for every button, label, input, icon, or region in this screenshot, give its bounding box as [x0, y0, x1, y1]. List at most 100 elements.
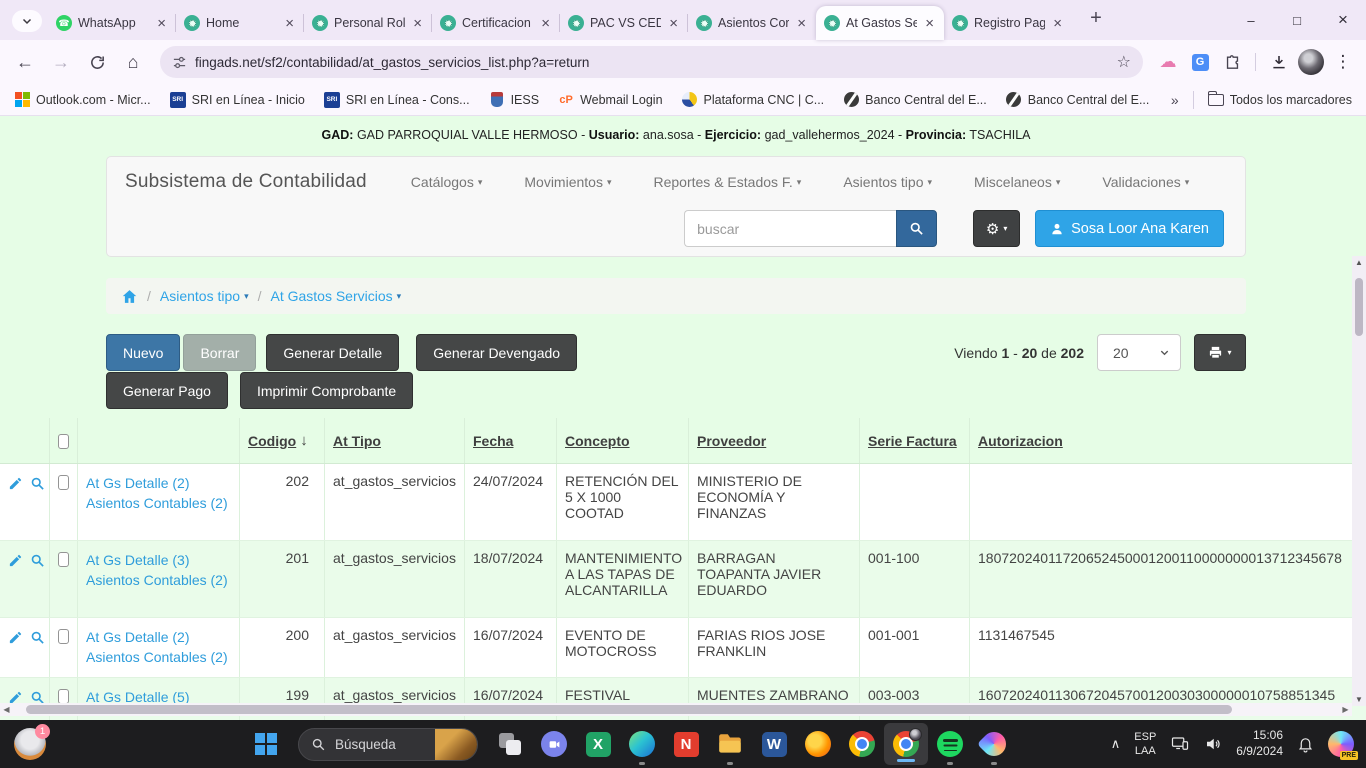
browser-profile-avatar[interactable]	[1298, 49, 1324, 75]
bookmark-cnc[interactable]: Plataforma CNC | C...	[682, 92, 825, 108]
at-gs-detalle-link[interactable]: At Gs Detalle (2)	[86, 473, 231, 493]
weather-extension-icon[interactable]: ☁	[1155, 49, 1181, 75]
site-info-icon[interactable]	[172, 55, 187, 70]
scroll-up-icon[interactable]: ▲	[1352, 258, 1366, 267]
bookmark-webmail[interactable]: cP Webmail Login	[558, 92, 662, 108]
search-highlight-image[interactable]	[435, 728, 477, 761]
network-display-icon[interactable]	[1170, 735, 1190, 753]
tab-pac-vs-cedu[interactable]: PAC VS CEDU ×	[560, 6, 688, 40]
url-text[interactable]: fingads.net/sf2/contabilidad/at_gastos_s…	[195, 55, 1109, 70]
generar-pago-button[interactable]: Generar Pago	[106, 372, 228, 409]
home-icon[interactable]: ⌂	[118, 47, 148, 77]
edit-pencil-icon[interactable]	[8, 476, 23, 531]
generar-detalle-button[interactable]: Generar Detalle	[266, 334, 399, 371]
bookmark-banco-central-1[interactable]: Banco Central del E...	[843, 92, 987, 108]
breadcrumb-home-icon[interactable]	[121, 288, 138, 305]
tab-close-icon[interactable]: ×	[411, 15, 424, 32]
header-fecha[interactable]: Fecha	[465, 418, 557, 463]
window-maximize-button[interactable]: □	[1274, 0, 1320, 40]
menu-validaciones[interactable]: Validaciones▾	[1102, 174, 1189, 190]
generar-devengado-button[interactable]: Generar Devengado	[416, 334, 577, 371]
user-menu-button[interactable]: Sosa Loor Ana Karen	[1035, 210, 1224, 247]
asientos-contables-link[interactable]: Asientos Contables (2)	[86, 570, 231, 590]
excel-button[interactable]: X	[576, 720, 620, 768]
bookmark-sri-inicio[interactable]: SRI SRI en Línea - Inicio	[170, 92, 305, 108]
tab-registro-pago[interactable]: Registro Pag ×	[944, 6, 1072, 40]
speaker-icon[interactable]	[1204, 735, 1222, 753]
bookmark-outlook[interactable]: Outlook.com - Micr...	[14, 92, 151, 108]
bookmark-star-icon[interactable]: ☆	[1117, 52, 1131, 72]
tab-close-icon[interactable]: ×	[667, 15, 680, 32]
breadcrumb-at-gastos-servicios[interactable]: At Gastos Servicios▾	[270, 288, 401, 304]
breadcrumb-asientos-tipo[interactable]: Asientos tipo▾	[160, 288, 249, 304]
file-explorer-button[interactable]	[708, 720, 752, 768]
search-button[interactable]	[896, 210, 937, 247]
notifications-bell-icon[interactable]	[1297, 736, 1314, 753]
view-magnifier-icon[interactable]	[30, 476, 45, 531]
menu-movimientos[interactable]: Movimientos▾	[524, 174, 611, 190]
at-gs-detalle-link[interactable]: At Gs Detalle (2)	[86, 627, 231, 647]
header-autorizacion[interactable]: Autorizacion	[970, 418, 1366, 463]
edit-pencil-icon[interactable]	[8, 630, 23, 668]
window-minimize-button[interactable]: –	[1228, 0, 1274, 40]
reload-icon[interactable]	[82, 47, 112, 77]
bookmark-iess[interactable]: IESS	[489, 92, 540, 108]
vertical-scrollbar-thumb[interactable]	[1355, 278, 1363, 336]
menu-asientos-tipo[interactable]: Asientos tipo▾	[843, 174, 932, 190]
taskbar-user-avatar[interactable]: 1	[14, 728, 46, 760]
menu-reportes[interactable]: Reportes & Estados F.▾	[654, 174, 802, 190]
header-proveedor[interactable]: Proveedor	[689, 418, 860, 463]
view-magnifier-icon[interactable]	[30, 553, 45, 608]
tab-close-icon[interactable]: ×	[539, 15, 552, 32]
tab-whatsapp[interactable]: ☎ WhatsApp ×	[48, 6, 176, 40]
row-checkbox[interactable]	[58, 552, 69, 567]
bookmark-banco-central-2[interactable]: Banco Central del E...	[1006, 92, 1150, 108]
row-checkbox[interactable]	[58, 629, 69, 644]
view-magnifier-icon[interactable]	[30, 630, 45, 668]
bookmarks-overflow-icon[interactable]: »	[1171, 92, 1179, 108]
tab-close-icon[interactable]: ×	[283, 15, 296, 32]
horizontal-scrollbar-thumb[interactable]	[26, 705, 1232, 714]
nuevo-button[interactable]: Nuevo	[106, 334, 180, 371]
at-gs-detalle-link[interactable]: At Gs Detalle (3)	[86, 550, 231, 570]
row-checkbox[interactable]	[58, 475, 69, 490]
horizontal-scrollbar[interactable]: ◀ ▶	[0, 703, 1352, 716]
print-dropdown-button[interactable]: ▾	[1194, 334, 1246, 371]
tab-asientos-contables[interactable]: Asientos Cor ×	[688, 6, 816, 40]
spotify-button[interactable]	[928, 720, 972, 768]
header-at-tipo[interactable]: At Tipo	[325, 418, 465, 463]
tab-personal-rol[interactable]: Personal Rol ×	[304, 6, 432, 40]
search-input[interactable]	[684, 210, 896, 247]
row-checkbox[interactable]	[58, 689, 69, 704]
asientos-contables-link[interactable]: Asientos Contables (2)	[86, 493, 231, 513]
forward-icon[interactable]: →	[46, 47, 76, 77]
chrome-button[interactable]	[840, 720, 884, 768]
edit-pencil-icon[interactable]	[8, 553, 23, 608]
menu-miscelaneos[interactable]: Miscelaneos▾	[974, 174, 1060, 190]
scroll-down-icon[interactable]: ▼	[1352, 695, 1366, 704]
chrome-active-window-button[interactable]	[884, 723, 928, 765]
tab-close-icon[interactable]: ×	[155, 15, 168, 32]
translate-icon[interactable]: G	[1187, 49, 1213, 75]
tab-close-icon[interactable]: ×	[795, 15, 808, 32]
window-close-button[interactable]: ×	[1320, 0, 1366, 40]
clock[interactable]: 15:06 6/9/2024	[1236, 728, 1283, 759]
select-all-checkbox[interactable]	[58, 434, 69, 449]
tab-close-icon[interactable]: ×	[923, 15, 936, 32]
address-bar[interactable]: fingads.net/sf2/contabilidad/at_gastos_s…	[160, 46, 1143, 78]
tray-expand-icon[interactable]: ∧	[1111, 736, 1121, 752]
header-codigo[interactable]: Codigo↓	[240, 418, 325, 463]
tab-home[interactable]: Home ×	[176, 6, 304, 40]
tab-close-icon[interactable]: ×	[1051, 15, 1064, 32]
settings-dropdown-button[interactable]: ⚙ ▾	[973, 210, 1020, 247]
tab-certificacion[interactable]: Certificacion ×	[432, 6, 560, 40]
teams-chat-button[interactable]	[532, 720, 576, 768]
tab-at-gastos-servicios-active[interactable]: At Gastos Se ×	[816, 6, 944, 40]
all-bookmarks-button[interactable]: Todos los marcadores	[1208, 92, 1352, 108]
scroll-left-icon[interactable]: ◀	[0, 705, 13, 714]
language-indicator[interactable]: ESP LAA	[1134, 730, 1156, 759]
page-size-select[interactable]: 20	[1097, 334, 1181, 371]
back-icon[interactable]: ←	[10, 47, 40, 77]
browser-menu-icon[interactable]: ⋮	[1330, 49, 1356, 75]
word-button[interactable]: W	[752, 720, 796, 768]
